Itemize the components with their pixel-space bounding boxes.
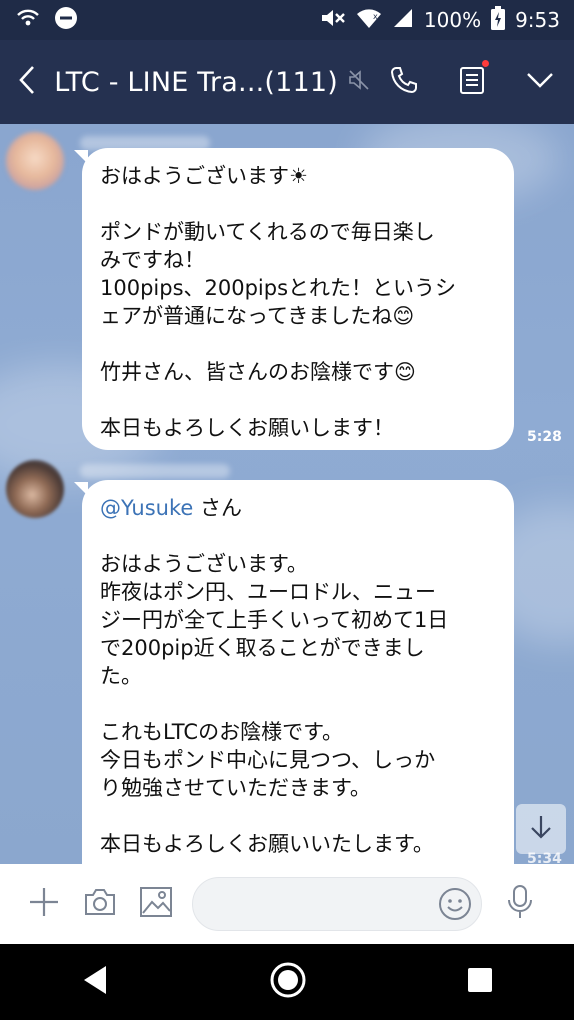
status-bar: x 100% 9:53 <box>0 0 574 40</box>
message-line: みですね！ <box>100 248 205 272</box>
battery-percent: 100% <box>423 8 482 32</box>
message-line: 本日もよろしくお願いします！ <box>100 416 394 440</box>
clock: 9:53 <box>515 8 560 32</box>
message-line: ポンドが動いてくれるので毎日楽し <box>100 220 435 244</box>
message-text: おはようございます。昨夜はポン円、ユーロドル、ニュー ジー円が全て上手くいって初め… <box>100 522 494 858</box>
message-line: ェアが普通になってきましたね😊 <box>100 304 415 328</box>
message-time: 5:28 <box>527 429 562 445</box>
avatar[interactable] <box>6 132 64 190</box>
phone-icon <box>389 65 419 99</box>
input-bar <box>0 864 574 944</box>
menu-button[interactable] <box>506 40 574 124</box>
mention-suffix: さん <box>193 496 242 520</box>
signal-icon <box>392 7 414 34</box>
notification-dot <box>482 60 489 67</box>
message-input[interactable] <box>192 877 482 931</box>
mute-icon <box>348 69 370 95</box>
home-nav-button[interactable] <box>269 961 307 1003</box>
add-button[interactable] <box>16 864 72 944</box>
chevron-left-icon <box>18 65 36 99</box>
message-line <box>100 690 494 718</box>
message-line: おはようございます。 <box>100 552 308 576</box>
message-line: 竹井さん、皆さんのお陰様です😊 <box>100 360 416 384</box>
message-bubble[interactable]: おはようございます☀ ポンドが動いてくれるので毎日楽し みですね！ 100pips、2… <box>74 148 514 450</box>
plus-icon <box>28 886 60 922</box>
wifi-icon: x <box>356 7 382 34</box>
call-button[interactable] <box>370 40 438 124</box>
chat-area[interactable]: おはようございます☀ ポンドが動いてくれるので毎日楽し みですね！ 100pips、2… <box>0 124 574 864</box>
wifi-call-icon <box>16 7 40 34</box>
message-line: 本日もよろしくお願いいたします。 <box>100 832 434 856</box>
message-line: 100pips、200pipsとれた！というシ <box>100 276 457 300</box>
do-not-disturb-icon <box>54 6 78 35</box>
message-line: で200pip近く取ることができまし <box>100 636 425 660</box>
image-button[interactable] <box>128 864 184 944</box>
voice-button[interactable] <box>492 864 548 944</box>
system-nav-bar <box>0 944 574 1020</box>
message-line <box>100 802 494 830</box>
microphone-icon <box>506 884 534 924</box>
camera-button[interactable] <box>72 864 128 944</box>
chevron-down-icon <box>526 71 554 93</box>
message-line <box>100 330 494 358</box>
recents-nav-button[interactable] <box>466 966 494 998</box>
message-line: 昨夜はポン円、ユーロドル、ニュー <box>100 580 436 604</box>
battery-icon <box>491 5 506 35</box>
message-line <box>100 386 494 414</box>
avatar[interactable] <box>6 460 64 518</box>
mention-link[interactable]: @Yusuke <box>100 496 193 520</box>
sender-name-blurred <box>80 464 230 478</box>
notes-icon <box>459 65 485 99</box>
message-line: り勉強させていただきます。 <box>100 776 371 800</box>
camera-icon <box>83 887 117 921</box>
message-line: おはようございます☀ <box>100 164 308 188</box>
mute-volume-icon <box>320 7 346 34</box>
scroll-to-bottom-button[interactable] <box>516 804 566 854</box>
message-text: おはようございます☀ ポンドが動いてくれるので毎日楽し みですね！ 100pips、2… <box>100 162 494 442</box>
chat-title[interactable]: LTC - LINE Tra...(111) <box>54 67 338 98</box>
emoji-button[interactable] <box>437 886 473 926</box>
message-line: 今日もポンド中心に見つつ、しっか <box>100 748 436 772</box>
back-nav-button[interactable] <box>80 964 110 1000</box>
message-line <box>100 522 494 550</box>
image-icon <box>139 886 173 922</box>
back-button[interactable] <box>0 40 54 124</box>
message-bubble[interactable]: @Yusuke さん おはようございます。昨夜はポン円、ユーロドル、ニュー ジー円… <box>74 480 514 864</box>
arrow-down-icon <box>529 814 553 844</box>
message-line: た。 <box>100 664 142 688</box>
chat-header: LTC - LINE Tra...(111) <box>0 40 574 124</box>
svg-text:x: x <box>373 12 378 21</box>
notes-button[interactable] <box>438 40 506 124</box>
message-line: これもLTCのお陰様です。 <box>100 720 343 744</box>
message-line: ジー円が全て上手くいって初めて1日 <box>100 608 449 632</box>
message-line <box>100 190 494 218</box>
